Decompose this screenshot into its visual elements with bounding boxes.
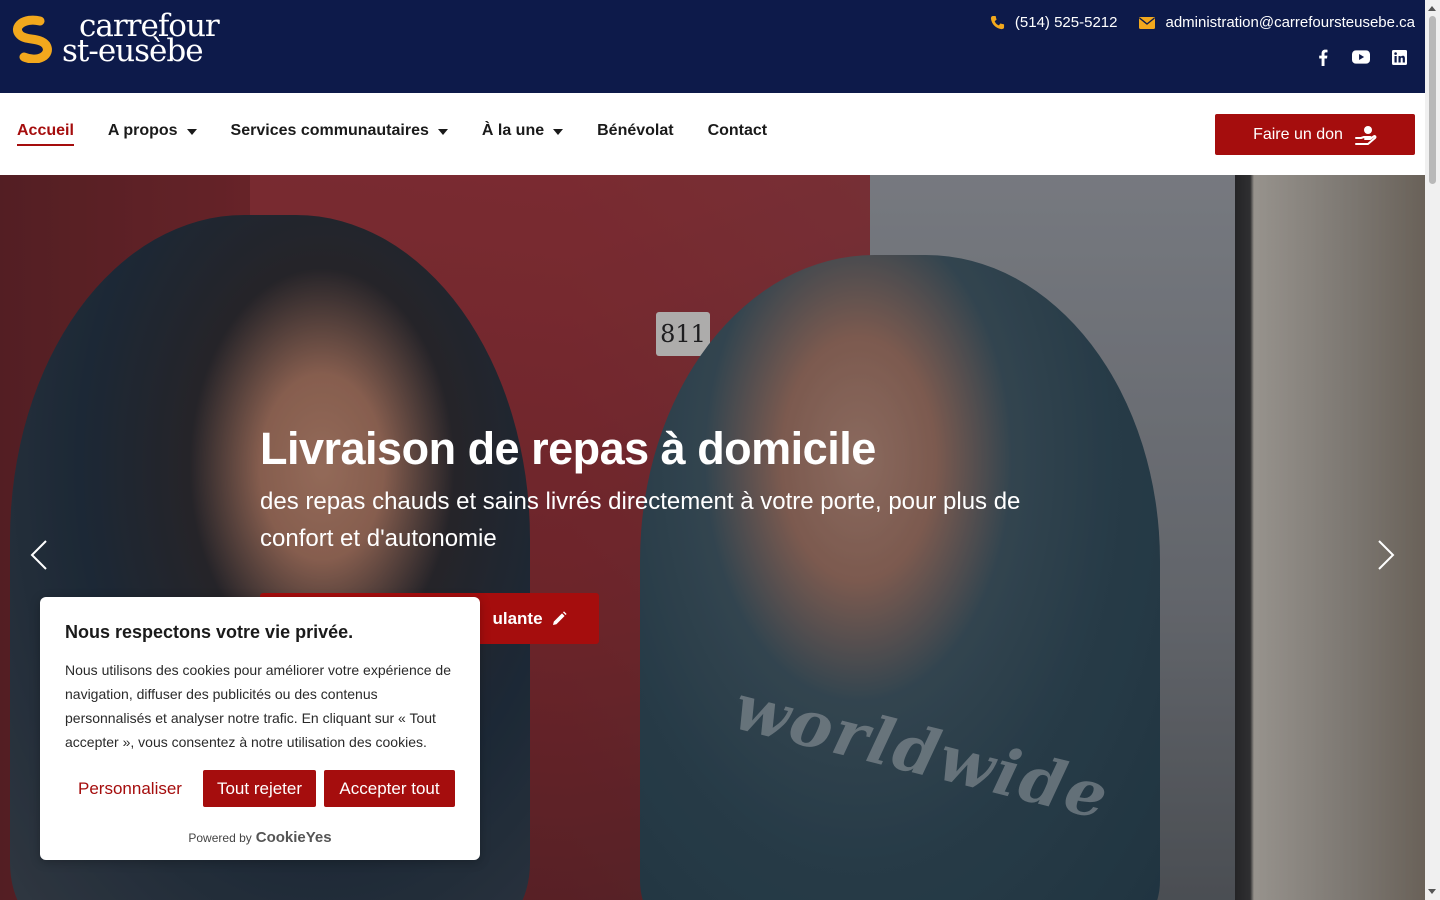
slider-next-arrow-icon[interactable] [1371,535,1401,575]
nav-item-label: A propos [107,122,178,139]
scroll-up-arrow-icon[interactable] [1428,6,1436,11]
main-nav: Accueil A propos Services communautaires… [17,122,801,146]
hero-subtitle: des repas chauds et sains livrés directe… [260,488,1021,552]
nav-item-benevolat[interactable]: Bénévolat [597,122,673,140]
nav-item-contact[interactable]: Contact [708,122,768,140]
cookie-customize-button[interactable]: Personnaliser [65,770,195,807]
pencil-icon [552,610,567,625]
nav-item-label: Contact [707,122,768,139]
social-links [1314,48,1408,66]
nav-item-services-communautaires[interactable]: Services communautaires [231,122,448,140]
hero-title: Livraison de repas à domicile [260,423,876,474]
nav-item-label: Accueil [17,122,74,139]
envelope-icon [1139,16,1156,29]
phone-number: (514) 525-5212 [1014,14,1118,31]
youtube-icon[interactable] [1352,48,1370,66]
email-address: administration@carrefoursteusebe.ca [1165,14,1415,31]
active-underline [17,144,74,146]
site-logo[interactable]: carrefour st-eusèbe [10,10,220,70]
cookie-body: Nous utilisons des cookies pour améliore… [65,662,451,750]
logo-wordmark: carrefour st-eusèbe [62,10,220,70]
scrollbar-thumb[interactable] [1429,16,1436,184]
donate-hand-icon [1354,125,1377,145]
main-nav-bar: Accueil A propos Services communautaires… [0,93,1425,175]
caret-down-icon[interactable] [553,129,564,135]
cookie-powered-by: Powered by CookieYes [40,829,480,846]
cookie-consent-banner: Nous respectons votre vie privée. Nous u… [40,597,480,860]
cookie-reject-button[interactable]: Tout rejeter [203,770,316,807]
cookie-title: Nous respectons votre vie privée. [65,622,354,642]
logo-line-2: st-eusèbe [62,33,204,70]
nav-item-label: Services communautaires [230,122,429,139]
cookie-accept-button[interactable]: Accepter tout [324,770,455,807]
logo-mark-icon [13,16,52,64]
nav-item-label: Bénévolat [597,122,674,139]
nav-item-accueil[interactable]: Accueil [17,122,74,146]
scroll-down-arrow-icon[interactable] [1428,889,1436,894]
slider-prev-arrow-icon[interactable] [24,535,54,575]
cookieyes-logo[interactable]: CookieYes [256,829,332,846]
donate-button[interactable]: Faire un don [1215,114,1415,155]
nav-item-a-la-une[interactable]: À la une [481,122,564,140]
phone-link[interactable]: (514) 525-5212 [990,14,1118,31]
phone-icon [990,15,1004,30]
nav-item-a-propos[interactable]: A propos [108,122,197,140]
donate-label: Faire un don [1253,125,1343,143]
contact-info: (514) 525-5212 administration@carrefours… [990,14,1415,31]
email-link[interactable]: administration@carrefoursteusebe.ca [1139,14,1415,31]
nav-item-label: À la une [481,122,545,139]
facebook-icon[interactable] [1314,48,1332,66]
cookie-buttons: Personnaliser Tout rejeter Accepter tout [65,770,455,807]
caret-down-icon[interactable] [186,129,197,135]
hero-cta-label: ulante [492,608,543,628]
caret-down-icon[interactable] [437,129,448,135]
page-scrollbar[interactable] [1425,0,1440,900]
top-bar: carrefour st-eusèbe (514) 525-5212 admin… [0,0,1425,93]
linkedin-icon[interactable] [1390,48,1408,66]
powered-by-label: Powered by [188,830,252,845]
